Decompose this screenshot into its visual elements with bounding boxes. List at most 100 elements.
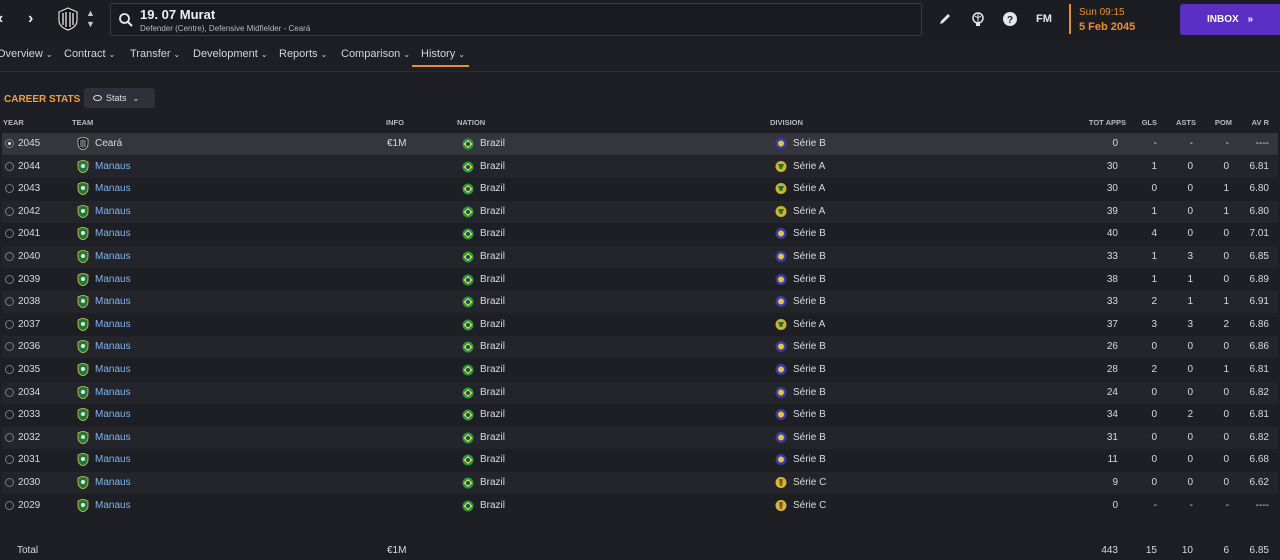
cell-team[interactable]: Manaus xyxy=(95,341,131,352)
table-row[interactable]: 2039 Manaus Brazil Série B 38 1 1 0 6.89 xyxy=(2,269,1278,291)
row-radio[interactable] xyxy=(5,206,14,216)
cell-asts: - xyxy=(1189,499,1193,511)
row-radio[interactable] xyxy=(5,139,14,148)
table-row[interactable]: 2045 Ceará €1M Brazil Série B 0- - - ---- xyxy=(2,133,1278,155)
cell-asts: 2 xyxy=(1187,409,1193,421)
edit-pencil-icon[interactable] xyxy=(937,11,953,27)
cell-tot-apps: 34 xyxy=(1106,409,1118,421)
back-arrow-icon[interactable]: ‹ xyxy=(0,10,3,28)
tab-overview[interactable]: Overview ⌄ xyxy=(0,48,53,60)
cell-team[interactable]: Manaus xyxy=(95,296,131,307)
brazil-flag-icon xyxy=(462,296,474,309)
row-radio[interactable] xyxy=(5,432,14,442)
cell-team[interactable]: Manaus xyxy=(95,409,131,420)
table-row[interactable]: 2031 Manaus Brazil Série B 11 0 0 0 6.68 xyxy=(2,449,1278,471)
tab-history[interactable]: History ⌄ xyxy=(421,48,465,60)
cell-tot-apps: 26 xyxy=(1106,341,1118,353)
inbox-button[interactable]: INBOX » xyxy=(1180,4,1280,35)
club-badge-icon[interactable] xyxy=(55,6,81,32)
cell-gls: 0 xyxy=(1151,183,1157,195)
table-row[interactable]: 2044 Manaus Brazil Série A 30 1 0 0 6.81 xyxy=(2,155,1278,178)
tab-transfer[interactable]: Transfer ⌄ xyxy=(130,48,180,60)
cell-team[interactable]: Manaus xyxy=(95,319,131,330)
player-switch-arrows[interactable]: ▲ ▼ xyxy=(86,8,95,30)
cell-division: Série B xyxy=(793,296,826,308)
row-radio[interactable] xyxy=(5,500,14,510)
row-radio[interactable] xyxy=(5,229,14,239)
col-av-r[interactable]: AV R xyxy=(1240,118,1269,127)
row-radio[interactable] xyxy=(5,184,14,194)
game-clock[interactable]: Sun 09:15 5 Feb 2045 xyxy=(1069,0,1169,40)
table-row[interactable]: 2043 Manaus Brazil Série A 30 0 0 1 6.80 xyxy=(2,178,1278,200)
table-row[interactable]: 2034 Manaus Brazil Série B 24 0 0 0 6.82 xyxy=(2,381,1278,404)
cell-pom: - xyxy=(1225,499,1229,511)
cell-team[interactable]: Manaus xyxy=(95,161,131,172)
row-radio[interactable] xyxy=(5,252,14,261)
cell-av-r: 6.80 xyxy=(1249,205,1269,217)
table-row[interactable]: 2038 Manaus Brazil Série B 33 2 1 1 6.91 xyxy=(2,291,1278,314)
cell-division: Série B xyxy=(793,409,826,421)
brazil-flag-icon xyxy=(462,364,474,377)
table-row[interactable]: 2041 Manaus Brazil Série B 40 4 0 0 7.01 xyxy=(2,223,1278,245)
col-pom[interactable]: POM xyxy=(1205,118,1232,127)
col-tot-apps[interactable]: TOT APPS xyxy=(1080,118,1126,127)
col-year[interactable]: YEAR xyxy=(3,118,24,127)
cell-team[interactable]: Manaus xyxy=(95,477,131,488)
stats-view-button[interactable]: Stats ⌄ xyxy=(84,88,155,108)
col-nation[interactable]: NATION xyxy=(457,118,485,127)
total-info: €1M xyxy=(387,545,407,556)
col-info[interactable]: INFO xyxy=(386,118,404,127)
tab-contract[interactable]: Contract ⌄ xyxy=(64,48,115,60)
row-radio[interactable] xyxy=(5,161,14,171)
cell-team[interactable]: Manaus xyxy=(95,206,131,217)
cell-team[interactable]: Ceará xyxy=(95,138,122,149)
total-asts: 10 xyxy=(1181,545,1193,556)
tab-comparison[interactable]: Comparison ⌄ xyxy=(341,48,410,60)
scout-brain-icon[interactable] xyxy=(970,11,986,27)
cell-team[interactable]: Manaus xyxy=(95,364,131,375)
cell-av-r: 6.62 xyxy=(1249,477,1269,488)
cell-team[interactable]: Manaus xyxy=(95,251,131,262)
cell-tot-apps: 28 xyxy=(1106,364,1118,375)
row-radio[interactable] xyxy=(5,410,14,420)
cell-team[interactable]: Manaus xyxy=(95,454,131,465)
chevron-down-icon: ⌄ xyxy=(132,94,140,103)
table-row[interactable]: 2036 Manaus Brazil Série B 26 0 0 0 6.86 xyxy=(2,336,1278,359)
row-radio[interactable] xyxy=(5,387,14,397)
table-row[interactable]: 2037 Manaus Brazil Série A 37 3 3 2 6.86 xyxy=(2,314,1278,336)
row-radio[interactable] xyxy=(5,478,14,487)
help-icon[interactable]: ? xyxy=(1002,11,1018,27)
player-search-box[interactable]: 19. 07 Murat Defender (Centre), Defensiv… xyxy=(110,3,922,36)
table-row[interactable]: 2042 Manaus Brazil Série A 39 1 0 1 6.80 xyxy=(2,200,1278,223)
row-radio[interactable] xyxy=(5,319,14,329)
search-icon[interactable] xyxy=(118,12,134,28)
table-row[interactable]: 2040 Manaus Brazil Série B 33 1 3 0 6.85 xyxy=(2,246,1278,268)
row-radio[interactable] xyxy=(5,455,14,465)
col-gls[interactable]: GLS xyxy=(1130,118,1157,127)
table-row[interactable]: 2033 Manaus Brazil Série B 34 0 2 0 6.81 xyxy=(2,404,1278,426)
table-row[interactable]: 2035 Manaus Brazil Série B 28 2 0 1 6.81 xyxy=(2,359,1278,381)
row-radio[interactable] xyxy=(5,342,14,352)
tab-reports[interactable]: Reports ⌄ xyxy=(279,48,327,60)
cell-team[interactable]: Manaus xyxy=(95,387,131,398)
fm-logo[interactable]: FM xyxy=(1033,11,1055,27)
forward-arrow-icon[interactable]: › xyxy=(28,10,33,28)
row-radio[interactable] xyxy=(5,274,14,284)
cell-team[interactable]: Manaus xyxy=(95,500,131,511)
table-row[interactable]: 2032 Manaus Brazil Série B 31 0 0 0 6.82 xyxy=(2,426,1278,449)
table-row[interactable]: 2029 Manaus Brazil Série C 0- - - ---- xyxy=(2,495,1278,517)
col-division[interactable]: DIVISION xyxy=(770,118,803,127)
cell-division: Série B xyxy=(793,251,826,262)
cell-team[interactable]: Manaus xyxy=(95,274,131,285)
clock-accent-bar xyxy=(1069,4,1071,34)
col-team[interactable]: TEAM xyxy=(72,118,93,127)
row-radio[interactable] xyxy=(5,365,14,374)
cell-nation: Brazil xyxy=(480,138,506,149)
cell-team[interactable]: Manaus xyxy=(95,183,131,194)
table-row[interactable]: 2030 Manaus Brazil Série C 9 0 0 0 6.62 xyxy=(2,472,1278,494)
row-radio[interactable] xyxy=(5,297,14,307)
cell-team[interactable]: Manaus xyxy=(95,228,131,239)
col-asts[interactable]: ASTS xyxy=(1166,118,1196,127)
tab-development[interactable]: Development ⌄ xyxy=(193,48,268,60)
cell-team[interactable]: Manaus xyxy=(95,432,131,443)
